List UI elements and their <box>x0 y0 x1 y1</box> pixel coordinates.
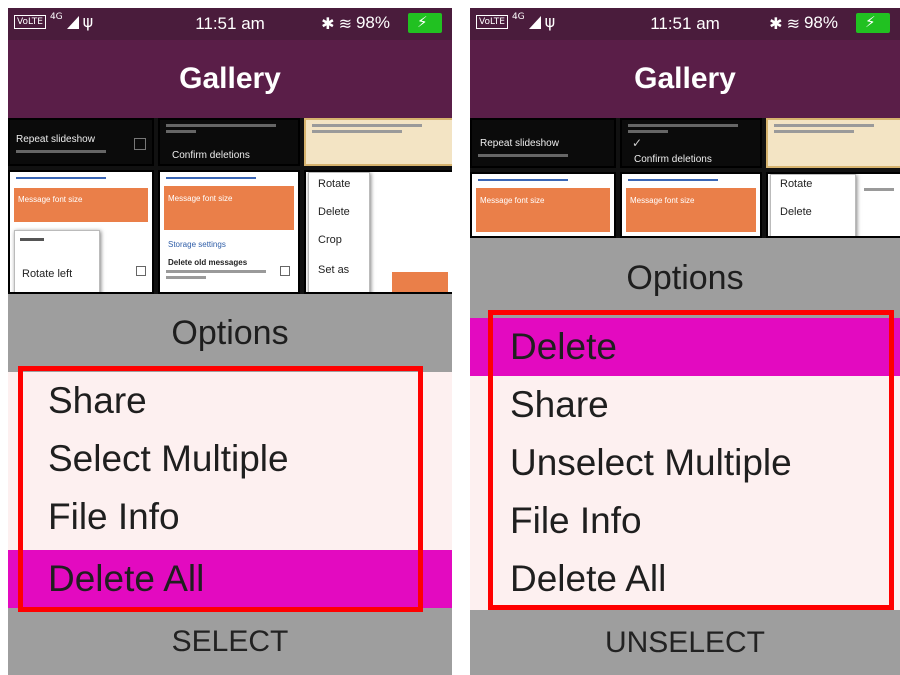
context-menu-item: Delete <box>318 206 350 218</box>
gallery-grid: Repeat slideshow ✓ Confirm deletions Mes… <box>470 118 900 238</box>
context-menu-item: Crop <box>318 234 342 246</box>
softkey-select[interactable]: SELECT <box>8 608 452 675</box>
gallery-thumbnail[interactable]: Message font size <box>620 172 762 238</box>
battery-percent: 98% <box>355 13 390 32</box>
check-icon: ✓ <box>632 136 643 150</box>
gallery-thumbnail[interactable] <box>766 118 900 168</box>
bluetooth-icon: ✱ <box>321 13 335 33</box>
thumbnail-caption: Delete old messages <box>168 258 248 267</box>
data-icon: ≋ <box>338 13 352 33</box>
status-bar: VoLTE 4G ψ 11:51 am ✱ ≋ 98% <box>470 8 900 40</box>
gallery-grid: Repeat slideshow Confirm deletions Messa… <box>8 118 452 294</box>
thumbnail-caption: Confirm deletions <box>634 154 712 165</box>
thumbnail-caption: Message font size <box>480 196 545 205</box>
bluetooth-icon: ✱ <box>769 13 783 33</box>
battery-percent: 98% <box>803 13 838 32</box>
gallery-thumbnail[interactable]: Message font size Storage settings Delet… <box>158 170 300 294</box>
thumbnail-caption: Repeat slideshow <box>16 134 95 145</box>
gallery-thumbnail[interactable]: Confirm deletions <box>158 118 300 166</box>
thumbnail-caption: Message font size <box>168 194 233 203</box>
data-icon: ≋ <box>786 13 800 33</box>
options-header: Options <box>8 294 452 372</box>
gallery-thumbnail[interactable]: Rotate Delete <box>766 172 900 238</box>
phone-screen-right: VoLTE 4G ψ 11:51 am ✱ ≋ 98% Gallery Repe… <box>462 0 900 675</box>
app-title: Gallery <box>470 40 900 118</box>
context-menu-item: Rotate <box>780 178 813 190</box>
thumbnail-caption: Storage settings <box>168 240 226 249</box>
thumbnail-caption: Confirm deletions <box>172 150 250 161</box>
gallery-thumbnail[interactable]: Repeat slideshow <box>470 118 616 168</box>
gallery-thumbnail[interactable]: Message font size Rotate left <box>8 170 154 294</box>
thumbnail-caption: Message font size <box>18 195 83 204</box>
context-menu-item: Rotate <box>318 178 351 190</box>
context-menu-item: Delete <box>780 206 812 218</box>
context-menu-item: Set as <box>318 264 350 276</box>
gallery-thumbnail[interactable]: Repeat slideshow <box>8 118 154 166</box>
phone-screen-left: VoLTE 4G ψ 11:51 am ✱ ≋ 98% Gallery Repe… <box>0 0 452 675</box>
gallery-thumbnail[interactable]: ✓ Confirm deletions <box>620 118 762 168</box>
options-header: Options <box>470 238 900 318</box>
thumbnail-caption: Repeat slideshow <box>480 138 559 149</box>
battery-charging-icon <box>408 13 442 33</box>
app-title: Gallery <box>8 40 452 118</box>
gallery-thumbnail[interactable] <box>304 118 452 166</box>
status-bar: VoLTE 4G ψ 11:51 am ✱ ≋ 98% <box>8 8 452 40</box>
softkey-unselect[interactable]: UNSELECT <box>470 610 900 675</box>
highlight-outline <box>488 310 894 610</box>
gallery-thumbnail[interactable]: Rotate Delete Crop Set as <box>304 170 452 294</box>
thumbnail-caption: Message font size <box>630 196 695 205</box>
gallery-thumbnail[interactable]: Message font size <box>470 172 616 238</box>
battery-charging-icon <box>856 13 890 33</box>
thumbnail-caption: Rotate left <box>22 268 73 280</box>
highlight-outline <box>18 366 423 612</box>
